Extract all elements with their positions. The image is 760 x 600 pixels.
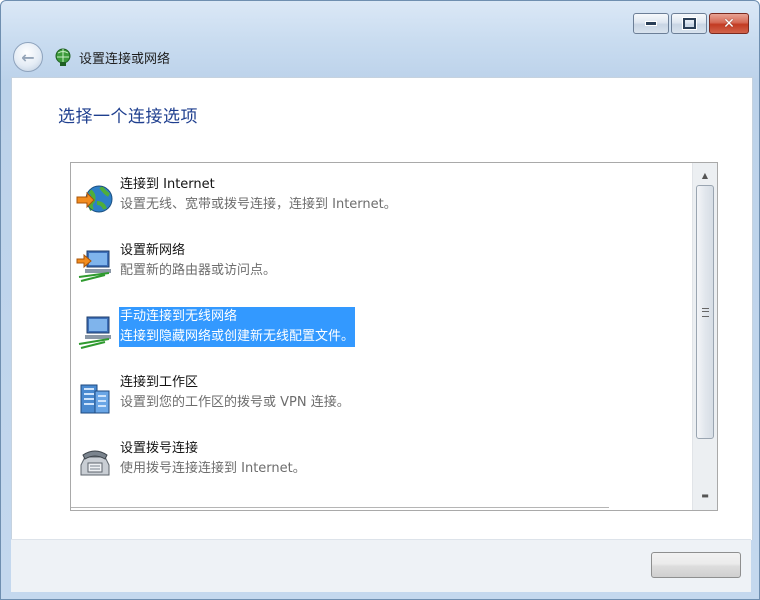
maximize-button[interactable] — [671, 13, 707, 34]
grip-icon — [701, 307, 709, 317]
new-network-icon — [76, 250, 111, 282]
wizard-window: ✕ ← 设置连接或网络 选择一个连接选项 连接到 Internet 设置无线、宽… — [0, 0, 760, 600]
option-description: 使用拨号连接连接到 Internet。 — [120, 461, 306, 476]
workplace-building-icon — [80, 384, 110, 414]
scroll-up-button[interactable]: ▲ — [693, 165, 717, 185]
internet-globe-icon — [76, 185, 113, 213]
close-icon: ✕ — [723, 15, 735, 32]
dialup-phone-icon — [80, 450, 110, 476]
option-manual-wireless[interactable]: 手动连接到无线网络 连接到隐藏网络或创建新无线配置文件。 — [73, 301, 691, 361]
minimize-button[interactable] — [633, 13, 669, 34]
minimize-icon — [645, 21, 657, 26]
option-title: 设置拨号连接 — [120, 441, 199, 456]
option-text: 手动连接到无线网络 连接到隐藏网络或创建新无线配置文件。 — [119, 307, 356, 347]
wizard-footer — [11, 539, 751, 592]
maximize-icon — [682, 18, 696, 29]
option-description: 连接到隐藏网络或创建新无线配置文件。 — [119, 327, 356, 347]
wireless-network-icon — [78, 316, 111, 349]
option-title: 连接到工作区 — [120, 375, 199, 390]
window-controls: ✕ — [633, 13, 749, 34]
content-area: 选择一个连接选项 连接到 Internet 设置无线、宽带或拨号连接，连接到 I… — [11, 77, 753, 540]
list-items: 连接到 Internet 设置无线、宽带或拨号连接，连接到 Internet。 … — [71, 163, 691, 510]
page-heading: 选择一个连接选项 — [58, 107, 198, 127]
back-button[interactable]: ← — [13, 42, 43, 72]
close-button[interactable]: ✕ — [709, 13, 749, 34]
navigation-bar: ← 设置连接或网络 — [13, 41, 170, 73]
scroll-up-icon: ▲ — [701, 170, 709, 180]
window-title: 设置连接或网络 — [79, 51, 171, 67]
scroll-down-icon: ▬ — [701, 490, 709, 500]
option-description: 配置新的路由器或访问点。 — [120, 263, 277, 278]
option-title: 设置新网络 — [120, 243, 186, 258]
option-dialup[interactable]: 设置拨号连接 使用拨号连接连接到 Internet。 — [73, 433, 691, 493]
option-text: 设置拨号连接 使用拨号连接连接到 Internet。 — [119, 439, 307, 479]
back-arrow-icon: ← — [21, 47, 35, 67]
scroll-down-button[interactable]: ▬ — [693, 485, 717, 505]
connection-options-list[interactable]: 连接到 Internet 设置无线、宽带或拨号连接，连接到 Internet。 … — [70, 162, 718, 511]
network-globe-icon — [55, 48, 71, 66]
vertical-scrollbar[interactable]: ▲ ▬ — [692, 163, 717, 510]
option-text: 连接到 Internet 设置无线、宽带或拨号连接，连接到 Internet。 — [119, 175, 398, 215]
option-description: 设置到您的工作区的拨号或 VPN 连接。 — [120, 395, 350, 410]
option-title: 连接到 Internet — [120, 177, 215, 192]
next-button[interactable] — [651, 552, 741, 578]
option-text: 连接到工作区 设置到您的工作区的拨号或 VPN 连接。 — [119, 373, 351, 413]
option-new-network[interactable]: 设置新网络 配置新的路由器或访问点。 — [73, 235, 691, 295]
option-text: 设置新网络 配置新的路由器或访问点。 — [119, 241, 277, 281]
option-description: 设置无线、宽带或拨号连接，连接到 Internet。 — [120, 197, 397, 212]
option-connect-internet[interactable]: 连接到 Internet 设置无线、宽带或拨号连接，连接到 Internet。 — [73, 169, 691, 229]
list-divider — [71, 507, 609, 508]
option-workplace[interactable]: 连接到工作区 设置到您的工作区的拨号或 VPN 连接。 — [73, 367, 691, 427]
option-title: 手动连接到无线网络 — [119, 307, 356, 327]
scroll-thumb[interactable] — [696, 185, 714, 439]
